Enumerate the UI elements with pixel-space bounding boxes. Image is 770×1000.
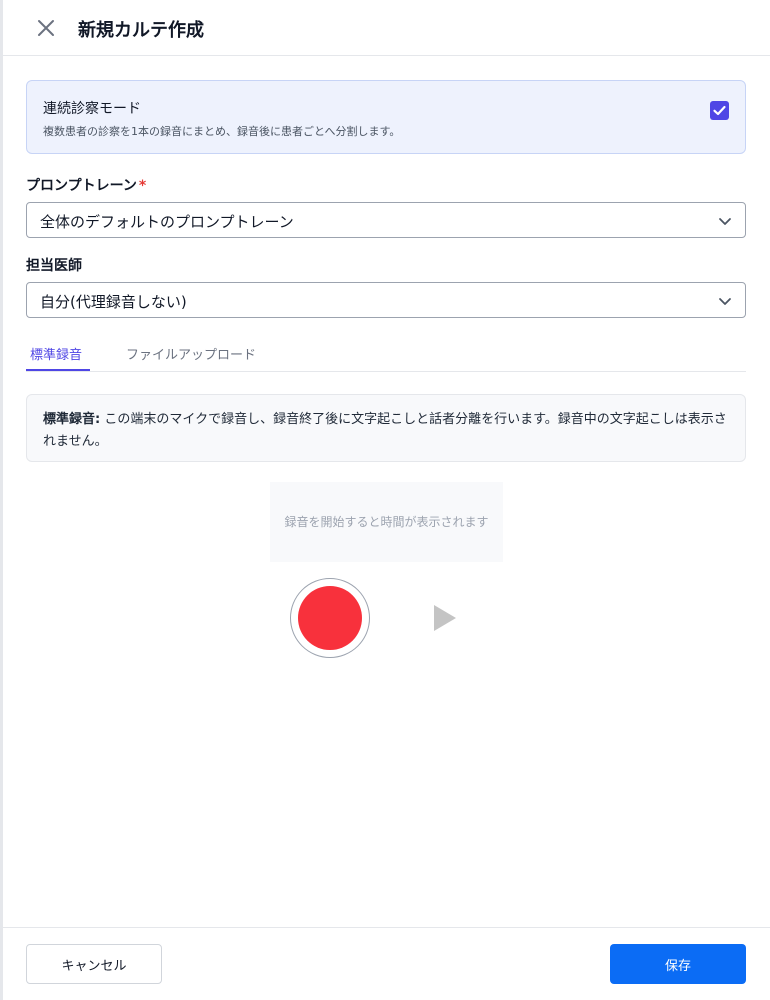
tab-file-upload[interactable]: ファイルアップロード	[126, 344, 256, 363]
dialog-header: 新規カルテ作成	[0, 0, 770, 56]
continuous-mode-checkbox[interactable]	[710, 101, 729, 120]
prompt-lane-select[interactable]: 全体のデフォルトのプロンプトレーン	[26, 202, 746, 238]
continuous-mode-card[interactable]: 連続診察モード 複数患者の診察を1本の録音にまとめ、録音後に患者ごとへ分割します…	[26, 80, 746, 154]
play-icon	[434, 605, 456, 631]
continuous-mode-title: 連続診察モード	[43, 101, 141, 117]
page-title: 新規カルテ作成	[78, 20, 204, 41]
chevron-down-icon	[719, 218, 731, 225]
recording-info-box: 標準録音: この端末のマイクで録音し、録音終了後に文字起こしと話者分離を行います…	[26, 394, 746, 462]
prompt-lane-label-text: プロンプトレーン	[26, 178, 137, 194]
timer-display: 録音を開始すると時間が表示されます	[270, 482, 503, 562]
record-icon	[298, 586, 362, 650]
info-strong-label: 標準録音:	[43, 412, 101, 427]
info-text: この端末のマイクで録音し、録音終了後に文字起こしと話者分離を行います。録音中の文…	[43, 412, 727, 449]
required-mark: *	[138, 178, 147, 194]
save-button[interactable]: 保存	[610, 944, 746, 984]
doctor-select[interactable]: 自分(代理録音しない)	[26, 282, 746, 318]
prompt-lane-value: 全体のデフォルトのプロンプトレーン	[40, 213, 294, 231]
doctor-value: 自分(代理録音しない)	[40, 293, 187, 311]
timer-placeholder: 録音を開始すると時間が表示されます	[284, 515, 489, 529]
check-icon	[713, 105, 726, 116]
play-button[interactable]	[430, 603, 460, 633]
active-tab-underline	[26, 369, 90, 371]
close-button[interactable]	[34, 16, 58, 40]
doctor-label: 担当医師	[26, 258, 82, 274]
recording-tabs: 標準録音 ファイルアップロード	[26, 336, 746, 372]
left-edge-divider	[0, 0, 3, 1000]
dialog-footer: キャンセル 保存	[0, 927, 770, 1000]
close-icon	[38, 20, 54, 36]
cancel-button[interactable]: キャンセル	[26, 944, 162, 984]
tab-standard-recording[interactable]: 標準録音	[30, 344, 82, 363]
continuous-mode-description: 複数患者の診察を1本の録音にまとめ、録音後に患者ごとへ分割します。	[43, 125, 401, 138]
record-button[interactable]	[290, 578, 370, 658]
prompt-lane-label: プロンプトレーン *	[26, 175, 146, 195]
chevron-down-icon	[719, 298, 731, 305]
